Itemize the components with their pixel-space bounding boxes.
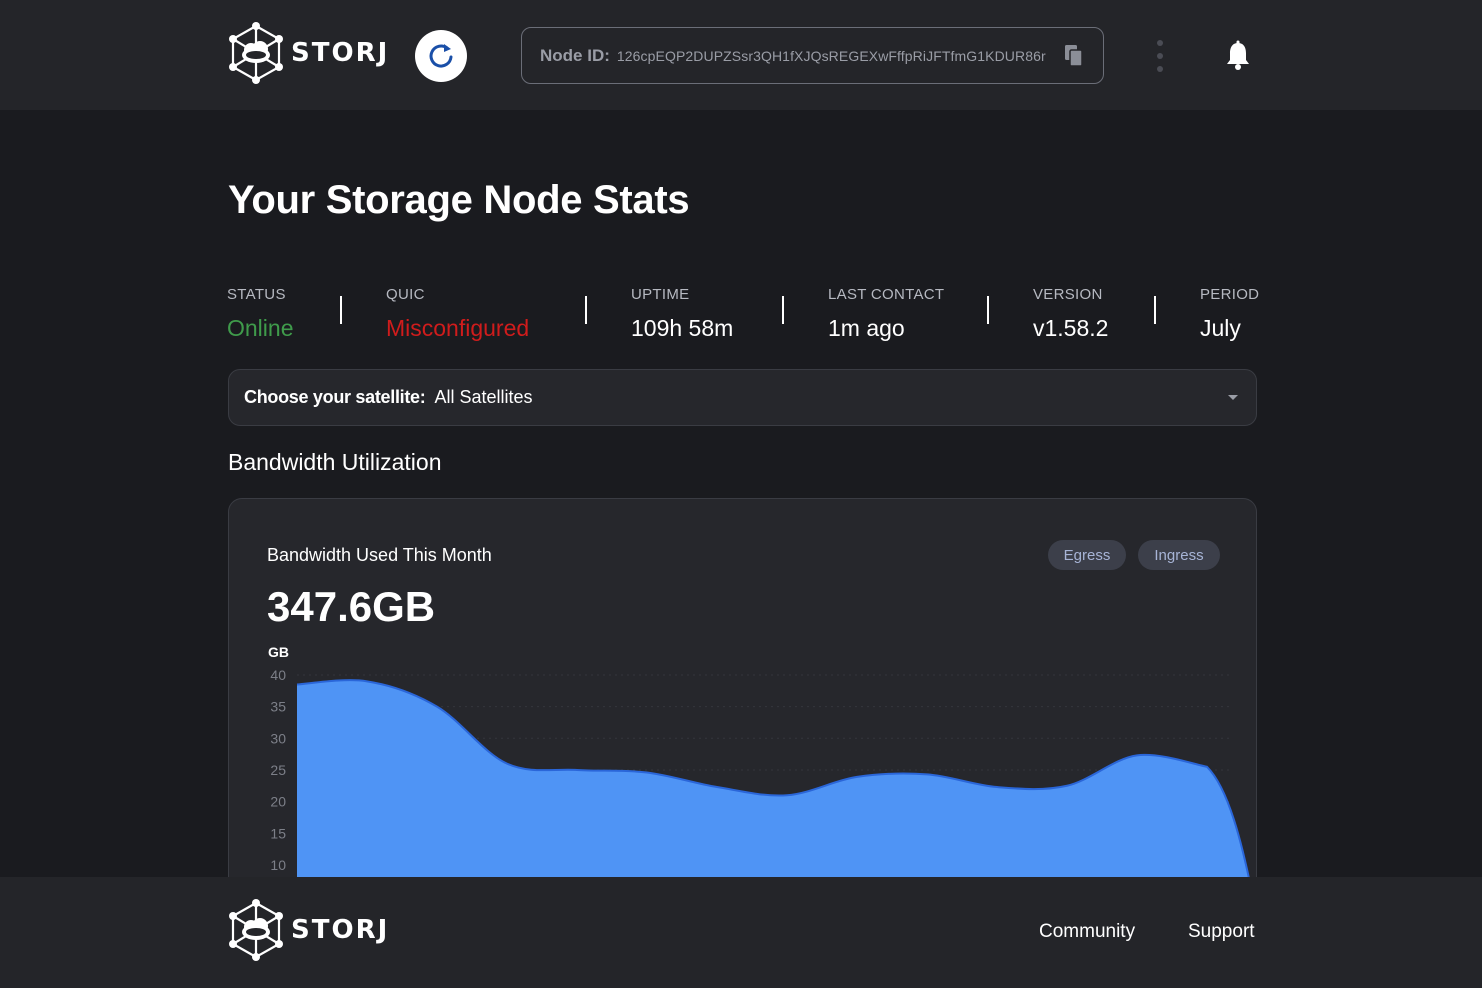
egress-toggle[interactable]: Egress (1048, 540, 1126, 570)
stat-value: July (1200, 315, 1241, 341)
stat-value: 1m ago (828, 315, 905, 341)
stat-quic: QUIC Misconfigured (386, 286, 529, 342)
stat-last-contact: LAST CONTACT 1m ago (828, 286, 944, 342)
storj-logo[interactable]: STORJ (227, 22, 389, 84)
refresh-icon (429, 44, 453, 68)
footer-brand-name: STORJ (291, 915, 390, 945)
stat-label: PERIOD (1200, 286, 1260, 303)
y-tick-label: 20 (270, 794, 286, 810)
stat-divider (782, 296, 784, 324)
stat-divider (340, 296, 342, 324)
copy-icon[interactable] (1063, 44, 1085, 68)
ingress-toggle[interactable]: Ingress (1138, 540, 1220, 570)
stat-status: STATUS Online (227, 286, 293, 342)
y-tick-label: 15 (270, 825, 286, 841)
node-id-value: 126cpEQP2DUPZSsr3QH1fXJQsREGEXwFffpRiJFT… (616, 47, 1046, 64)
chevron-down-icon (1228, 395, 1238, 400)
section-title: Bandwidth Utilization (228, 449, 442, 475)
header: STORJ Node ID: 126cpEQP2DUPZSsr3QH1fXJQs… (0, 0, 1482, 110)
stat-uptime: UPTIME 109h 58m (631, 286, 733, 342)
stat-value: 109h 58m (631, 315, 734, 341)
satellite-value: All Satellites (434, 387, 533, 407)
stat-value: Misconfigured (386, 315, 530, 341)
stat-label: VERSION (1033, 286, 1103, 303)
y-tick-label: 35 (270, 699, 286, 715)
y-tick-label: 10 (270, 857, 286, 873)
stat-divider (585, 296, 587, 324)
community-link[interactable]: Community (1039, 921, 1135, 943)
notification-bell-icon[interactable] (1224, 40, 1252, 70)
stat-label: QUIC (386, 286, 425, 303)
stat-label: STATUS (227, 286, 286, 303)
bandwidth-total: 347.6GB (267, 583, 436, 630)
footer-storj-logo[interactable]: STORJ (227, 899, 389, 961)
satellite-select[interactable]: Choose your satellite: All Satellites (228, 369, 1257, 426)
footer: STORJ Community Support (0, 877, 1482, 988)
satellite-label: Choose your satellite: (244, 387, 426, 407)
stat-label: LAST CONTACT (828, 286, 945, 303)
y-tick-label: 30 (270, 730, 286, 746)
stat-label: UPTIME (631, 286, 690, 303)
storj-logo-icon (229, 22, 283, 84)
node-id-field[interactable]: Node ID: 126cpEQP2DUPZSsr3QH1fXJQsREGEXw… (521, 27, 1104, 84)
brand-name: STORJ (291, 38, 390, 68)
card-title: Bandwidth Used This Month (267, 545, 492, 565)
stat-divider (1154, 296, 1156, 324)
refresh-button[interactable] (415, 30, 467, 82)
y-tick-label: 40 (270, 667, 286, 683)
more-options-icon[interactable] (1148, 38, 1172, 74)
y-axis-unit-label: GB (268, 644, 289, 660)
node-id-label: Node ID: (540, 45, 610, 65)
stat-value: v1.58.2 (1033, 315, 1109, 341)
page-title: Your Storage Node Stats (228, 178, 690, 222)
support-link[interactable]: Support (1188, 921, 1255, 943)
stat-divider (987, 296, 989, 324)
bandwidth-card: GB 10 15 20 25 30 35 40 Bandwidth Used This Mon… (228, 498, 1257, 918)
stat-value: Online (227, 315, 294, 341)
y-tick-label: 25 (270, 762, 286, 778)
stat-period: PERIOD July (1200, 286, 1259, 342)
storj-logo-icon (229, 899, 283, 961)
stat-version: VERSION v1.58.2 (1033, 286, 1108, 342)
